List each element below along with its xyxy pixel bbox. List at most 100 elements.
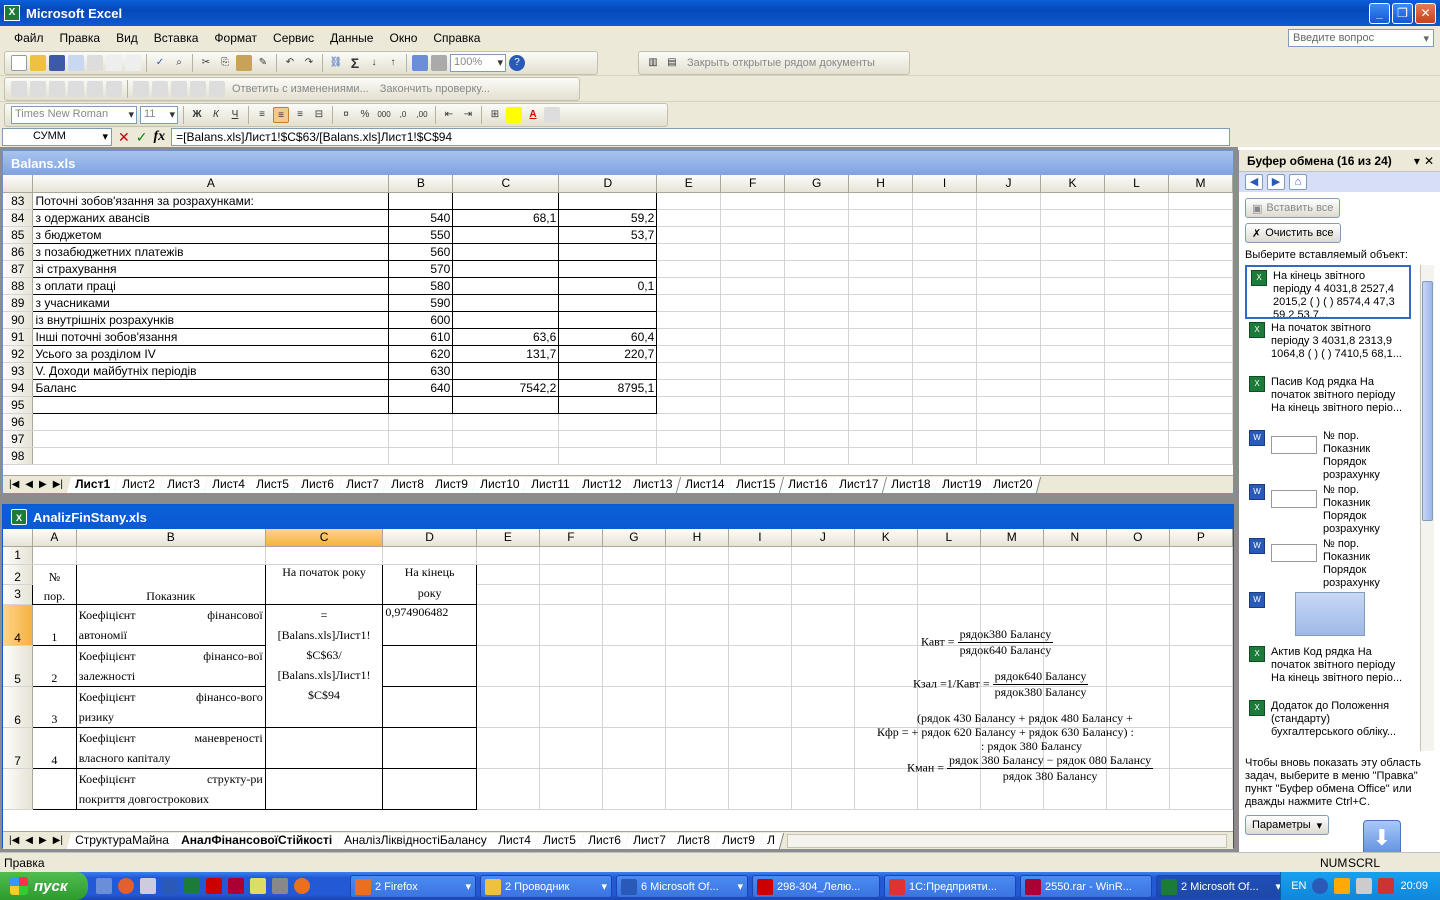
sheet-tab[interactable]: Лист6 — [292, 476, 343, 493]
align-center-icon[interactable]: ≡ — [273, 107, 289, 123]
last-sheet-icon[interactable]: ▶| — [53, 835, 63, 846]
reply-with-changes-button[interactable]: Ответить с изменениями... — [228, 83, 373, 95]
horizontal-scrollbar[interactable] — [786, 833, 1227, 848]
prev-sheet-icon[interactable]: ◀ — [25, 479, 33, 490]
row-header[interactable]: 84 — [3, 209, 34, 227]
cell-num[interactable]: 1 — [32, 603, 77, 646]
column-header[interactable]: A — [32, 175, 390, 193]
cell-empty[interactable] — [912, 362, 978, 380]
clipboard-scroll-thumb[interactable] — [1422, 281, 1433, 521]
cell-empty[interactable] — [1040, 226, 1105, 244]
cell-empty[interactable] — [848, 311, 914, 329]
cell-empty[interactable] — [784, 379, 850, 397]
cell-a[interactable]: з бюджетом — [32, 225, 390, 244]
cell-indicator[interactable]: Коефіцієнт маневреності власного капіталу — [75, 726, 266, 769]
cell-empty[interactable] — [720, 430, 786, 448]
column-header[interactable]: D — [382, 529, 477, 547]
pane-menu-icon[interactable]: ▾ — [1414, 154, 1424, 168]
sheet-tab[interactable]: Лист4 — [490, 832, 541, 849]
cell-empty[interactable] — [1168, 192, 1233, 210]
cell-empty[interactable] — [1168, 362, 1233, 380]
sheet-tab[interactable]: Лист7 — [337, 476, 388, 493]
cell-d[interactable] — [558, 447, 658, 465]
cell-empty[interactable] — [976, 396, 1041, 414]
row-header[interactable]: 98 — [3, 447, 34, 465]
paste-icon[interactable] — [236, 55, 252, 71]
mail-icon[interactable] — [250, 878, 266, 894]
cell-empty[interactable] — [656, 311, 722, 329]
row-header[interactable]: 86 — [3, 243, 34, 261]
cell-empty[interactable] — [539, 686, 603, 728]
cell-empty[interactable] — [784, 345, 850, 363]
cell-empty[interactable] — [1040, 396, 1105, 414]
cell-empty[interactable] — [976, 430, 1041, 448]
sync-scroll-icon[interactable]: ▤ — [664, 55, 680, 71]
options-icon[interactable] — [544, 107, 560, 123]
cell-empty[interactable] — [656, 328, 722, 346]
column-header[interactable]: A — [32, 529, 77, 547]
cell-empty[interactable] — [976, 447, 1041, 465]
cell-empty[interactable] — [912, 277, 978, 295]
cell-empty[interactable] — [720, 277, 786, 295]
align-left-icon[interactable]: ≡ — [254, 107, 270, 123]
cell-empty[interactable] — [1040, 430, 1105, 448]
taskbar-task[interactable]: 1С:Предприяти... — [884, 875, 1016, 898]
spelling-icon[interactable]: ✓ — [152, 55, 168, 71]
column-header[interactable]: E — [476, 529, 540, 547]
cell-empty[interactable] — [539, 645, 603, 687]
cell-c[interactable] — [452, 293, 560, 312]
cell-empty[interactable] — [912, 192, 978, 210]
cell-empty[interactable] — [784, 430, 850, 448]
cell-empty[interactable] — [912, 311, 978, 329]
cell-empty[interactable] — [1040, 328, 1105, 346]
cell-b[interactable] — [388, 447, 454, 465]
cell-empty[interactable] — [848, 209, 914, 227]
cell-empty[interactable] — [602, 604, 666, 646]
cell-empty[interactable] — [728, 768, 792, 810]
sheet-tab[interactable]: Лист5 — [248, 476, 299, 493]
cell-a[interactable]: Усього за розділом IV — [32, 344, 390, 363]
row-header[interactable]: 85 — [3, 226, 34, 244]
cell-b[interactable]: 580 — [388, 276, 454, 295]
cell-empty[interactable] — [1104, 192, 1169, 210]
review-icon-6[interactable] — [106, 81, 122, 97]
cell-b[interactable]: 640 — [388, 378, 454, 397]
cell-d[interactable]: 8795,1 — [558, 378, 658, 397]
sheet-tab[interactable]: Лист8 — [382, 476, 433, 493]
formula-input[interactable]: =[Balans.xls]Лист1!$C$63/[Balans.xls]Лис… — [171, 128, 1230, 146]
browser-icon[interactable] — [118, 878, 134, 894]
row-header[interactable]: 5 — [3, 645, 34, 687]
clipboard-item[interactable]: X Актив Код рядка На початок звітного пер… — [1245, 643, 1411, 697]
sort-desc-icon[interactable]: ↑ — [385, 55, 401, 71]
cell-empty[interactable] — [912, 294, 978, 312]
sheet-tab[interactable]: Лист7 — [624, 832, 675, 849]
column-header[interactable]: I — [728, 529, 792, 547]
cell-empty[interactable] — [1169, 768, 1233, 810]
cancel-icon[interactable]: ✕ — [118, 129, 130, 146]
cell-empty[interactable] — [1168, 277, 1233, 295]
cell-empty[interactable] — [1104, 260, 1169, 278]
cell-empty[interactable] — [976, 311, 1041, 329]
cell-c[interactable] — [452, 413, 560, 431]
cell-empty[interactable] — [1040, 209, 1105, 227]
cell-empty[interactable] — [1104, 243, 1169, 261]
clipboard-item[interactable]: X На початок звітного періоду 3 4031,8 23… — [1245, 319, 1411, 373]
cell-empty[interactable] — [1040, 294, 1105, 312]
cell-empty[interactable] — [720, 311, 786, 329]
cell-d[interactable]: 60,4 — [558, 327, 658, 346]
cell-empty[interactable] — [976, 243, 1041, 261]
reply-icon[interactable] — [209, 81, 225, 97]
print-icon[interactable] — [106, 55, 122, 71]
cell-empty[interactable] — [602, 727, 666, 769]
cell-d[interactable] — [558, 259, 658, 278]
menu-item-1[interactable]: Правка — [52, 31, 109, 45]
sheet-tab[interactable]: Лист10 — [471, 476, 529, 493]
cell-empty[interactable] — [784, 362, 850, 380]
cell-empty[interactable] — [784, 396, 850, 414]
cell-empty[interactable] — [1169, 604, 1233, 646]
tray-icon-2[interactable] — [1334, 878, 1351, 894]
column-header[interactable]: G — [602, 529, 666, 547]
options-button[interactable]: Параметры ▾ — [1245, 815, 1330, 835]
cell-d[interactable]: 220,7 — [558, 344, 658, 363]
bold-icon[interactable]: Ж — [189, 107, 205, 123]
